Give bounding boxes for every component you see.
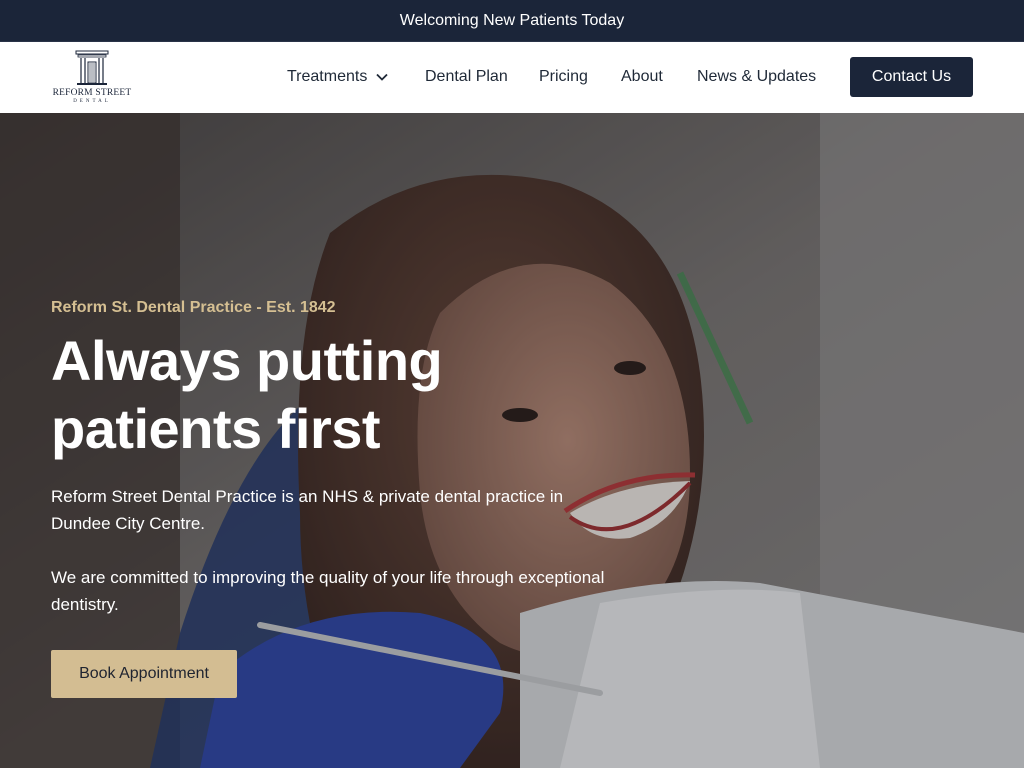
nav-item-label: Dental Plan xyxy=(425,68,508,85)
announcement-bar: Welcoming New Patients Today xyxy=(0,0,1024,41)
logo-name: REFORM STREET xyxy=(52,88,132,98)
nav-item-label: News & Updates xyxy=(697,68,817,85)
hero-paragraph: Reform Street Dental Practice is an NHS … xyxy=(51,487,564,533)
nav-item-label: Treatments xyxy=(287,68,368,85)
chevron-down-icon xyxy=(375,70,389,84)
building-columns-icon xyxy=(75,50,109,85)
nav-item-news[interactable]: News & Updates xyxy=(697,66,816,88)
nav-item-about[interactable]: About xyxy=(621,66,663,88)
hero: Reform St. Dental Practice - Est. 1842 A… xyxy=(0,113,1024,768)
nav-item-label: Pricing xyxy=(539,68,588,85)
nav-item-label: About xyxy=(621,68,663,85)
nav-item-pricing[interactable]: Pricing xyxy=(539,66,588,88)
hero-headline: Always putting patients first xyxy=(51,329,443,460)
main-nav: REFORM STREET DENTAL Treatments Dental P… xyxy=(0,41,1024,113)
logo[interactable]: REFORM STREET DENTAL xyxy=(51,50,133,106)
hero-paragraph: We are committed to improving the qualit… xyxy=(51,568,605,614)
hero-eyebrow: Reform St. Dental Practice - Est. 1842 xyxy=(51,299,336,316)
announcement-text: Welcoming New Patients Today xyxy=(399,11,625,29)
nav-item-treatments[interactable]: Treatments xyxy=(287,66,389,88)
book-appointment-button[interactable]: Book Appointment xyxy=(51,650,237,698)
nav-item-dental-plan[interactable]: Dental Plan xyxy=(425,66,508,88)
contact-button[interactable]: Contact Us xyxy=(850,57,973,97)
logo-subtitle: DENTAL xyxy=(73,99,111,104)
